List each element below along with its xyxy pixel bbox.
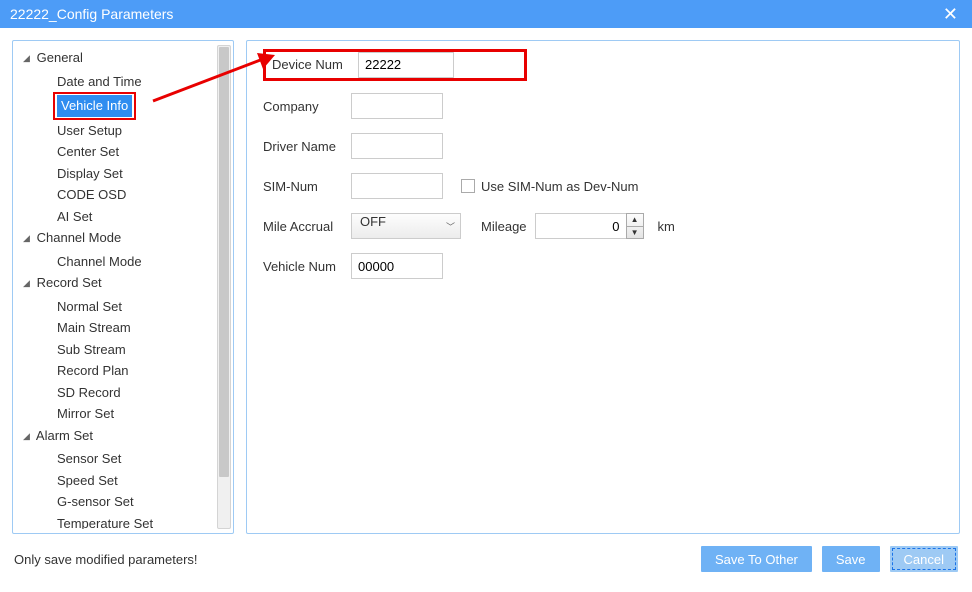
input-driver-name[interactable]: [351, 133, 443, 159]
input-vehicle-num[interactable]: [351, 253, 443, 279]
annotation-highlight-device: Device Num: [263, 49, 527, 81]
tree-item-display-set[interactable]: Display Set: [19, 163, 215, 185]
checkbox-use-sim-as-dev[interactable]: [461, 179, 475, 193]
spinner-down-icon[interactable]: ▼: [627, 227, 643, 239]
save-to-other-button[interactable]: Save To Other: [701, 546, 812, 572]
input-sim-num[interactable]: [351, 173, 443, 199]
row-company: Company: [263, 93, 943, 119]
tree-item-code-osd[interactable]: CODE OSD: [19, 184, 215, 206]
chevron-down-icon: ◢: [23, 48, 33, 70]
titlebar: 22222_Config Parameters ✕: [0, 0, 972, 28]
tree-item-g-sensor-set[interactable]: G-sensor Set: [19, 491, 215, 513]
tree-group-channel-mode[interactable]: ◢ Channel Mode: [19, 227, 215, 251]
tree-item-sensor-set[interactable]: Sensor Set: [19, 448, 215, 470]
label-vehicle-num: Vehicle Num: [263, 259, 351, 274]
spinner-up-icon[interactable]: ▲: [627, 214, 643, 227]
label-use-sim-as-dev: Use SIM-Num as Dev-Num: [481, 179, 638, 194]
close-icon[interactable]: ✕: [939, 4, 962, 25]
tree-group-alarm-set[interactable]: ◢ Alarm Set: [19, 425, 215, 449]
tree-item-mirror-set[interactable]: Mirror Set: [19, 403, 215, 425]
nav-tree: ◢ General Date and Time Vehicle Info Use…: [15, 45, 231, 529]
input-mileage[interactable]: [535, 213, 627, 239]
input-company[interactable]: [351, 93, 443, 119]
footer: Only save modified parameters! Save To O…: [0, 538, 972, 580]
row-sim-num: SIM-Num Use SIM-Num as Dev-Num: [263, 173, 943, 199]
footer-buttons: Save To Other Save Cancel: [701, 546, 958, 572]
label-unit-km: km: [658, 219, 675, 234]
tree-item-temperature-set[interactable]: Temperature Set: [19, 513, 215, 530]
chevron-down-icon: ◢: [23, 273, 33, 295]
tree-item-center-set[interactable]: Center Set: [19, 141, 215, 163]
tree-scroll: ◢ General Date and Time Vehicle Info Use…: [15, 45, 231, 529]
label-sim-num: SIM-Num: [263, 179, 351, 194]
chevron-down-icon: ◢: [23, 426, 33, 448]
window-title: 22222_Config Parameters: [10, 6, 173, 22]
label-company: Company: [263, 99, 351, 114]
select-mile-accrual[interactable]: OFF ﹀: [351, 213, 461, 239]
tree-item-vehicle-info[interactable]: Vehicle Info: [19, 92, 215, 120]
row-mile-accrual: Mile Accrual OFF ﹀ Mileage ▲ ▼ km: [263, 213, 943, 239]
cancel-button[interactable]: Cancel: [890, 546, 958, 572]
chevron-down-icon: ◢: [23, 228, 33, 250]
tree-item-user-setup[interactable]: User Setup: [19, 120, 215, 142]
tree-item-channel-mode[interactable]: Channel Mode: [19, 251, 215, 273]
tree-item-speed-set[interactable]: Speed Set: [19, 470, 215, 492]
tree-item-main-stream[interactable]: Main Stream: [19, 317, 215, 339]
status-text: Only save modified parameters!: [14, 552, 198, 567]
save-button[interactable]: Save: [822, 546, 880, 572]
label-device-num: Device Num: [266, 57, 358, 72]
tree-item-sd-record[interactable]: SD Record: [19, 382, 215, 404]
label-mile-accrual: Mile Accrual: [263, 219, 351, 234]
main-panel: Device Num Company Driver Name SIM-Num U…: [246, 40, 960, 534]
row-vehicle-num: Vehicle Num: [263, 253, 943, 279]
content-area: ◢ General Date and Time Vehicle Info Use…: [0, 28, 972, 538]
tree-group-record-set[interactable]: ◢ Record Set: [19, 272, 215, 296]
annotation-highlight: Vehicle Info: [53, 92, 136, 120]
tree-item-date-and-time[interactable]: Date and Time: [19, 71, 215, 93]
mileage-spinner[interactable]: ▲ ▼: [626, 213, 644, 239]
tree-item-ai-set[interactable]: AI Set: [19, 206, 215, 228]
tree-item-normal-set[interactable]: Normal Set: [19, 296, 215, 318]
tree-group-general[interactable]: ◢ General: [19, 47, 215, 71]
tree-scrollbar[interactable]: [217, 45, 231, 529]
row-device-num: Device Num: [263, 53, 943, 79]
input-device-num[interactable]: [358, 52, 454, 78]
tree-item-record-plan[interactable]: Record Plan: [19, 360, 215, 382]
label-driver-name: Driver Name: [263, 139, 351, 154]
tree-panel: ◢ General Date and Time Vehicle Info Use…: [12, 40, 234, 534]
tree-item-sub-stream[interactable]: Sub Stream: [19, 339, 215, 361]
row-driver-name: Driver Name: [263, 133, 943, 159]
label-mileage: Mileage: [481, 219, 527, 234]
scrollbar-thumb[interactable]: [219, 47, 229, 477]
